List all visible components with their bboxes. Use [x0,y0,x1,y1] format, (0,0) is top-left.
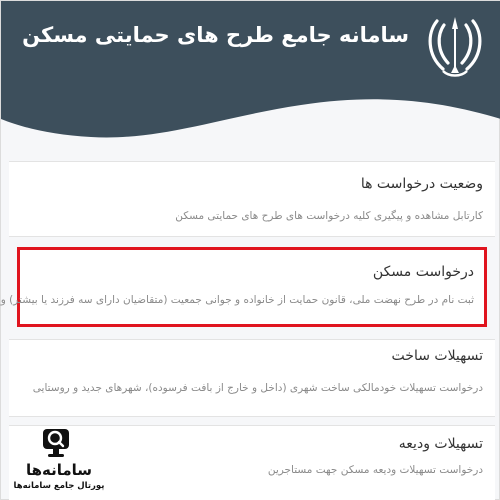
iran-emblem-icon[interactable] [423,11,487,79]
card-title: تسهیلات ساخت [391,348,483,364]
service-card-housing-request[interactable]: درخواست مسکن ثبت نام در طرح نهضت ملی، قا… [0,247,487,327]
page-frame: سامانه جامع طرح های حمایتی مسکن وضعیت در… [0,0,500,500]
card-description: درخواست تسهیلات خودمالکی ساخت شهری (داخل… [32,382,483,394]
watermark-subtitle: پورتال جامع سامانه‌ها [13,481,105,491]
card-description: کارتابل مشاهده و پیگیری کلیه درخواست های… [175,210,483,222]
site-title: سامانه جامع طرح های حمایتی مسکن [22,23,409,47]
watermark-brand: سامانه‌ها [25,461,93,479]
card-title: درخواست مسکن [372,264,474,280]
card-title: وضعیت درخواست ها [360,176,483,192]
magnifier-monitor-icon [43,429,69,457]
card-description: ثبت نام در طرح نهضت ملی، قانون حمایت از … [0,294,474,306]
service-card-construction-loan[interactable]: تسهیلات ساخت درخواست تسهیلات خودمالکی سا… [9,339,495,417]
watermark-logo: سامانه‌ها پورتال جامع سامانه‌ها [9,425,113,495]
site-header: سامانه جامع طرح های حمایتی مسکن [1,1,500,146]
service-card-request-status[interactable]: وضعیت درخواست ها کارتابل مشاهده و پیگیری… [9,161,495,237]
card-description: درخواست تسهیلات ودیعه مسکن جهت مستاجرین [267,464,483,476]
card-title: تسهیلات ودیعه [398,436,483,452]
